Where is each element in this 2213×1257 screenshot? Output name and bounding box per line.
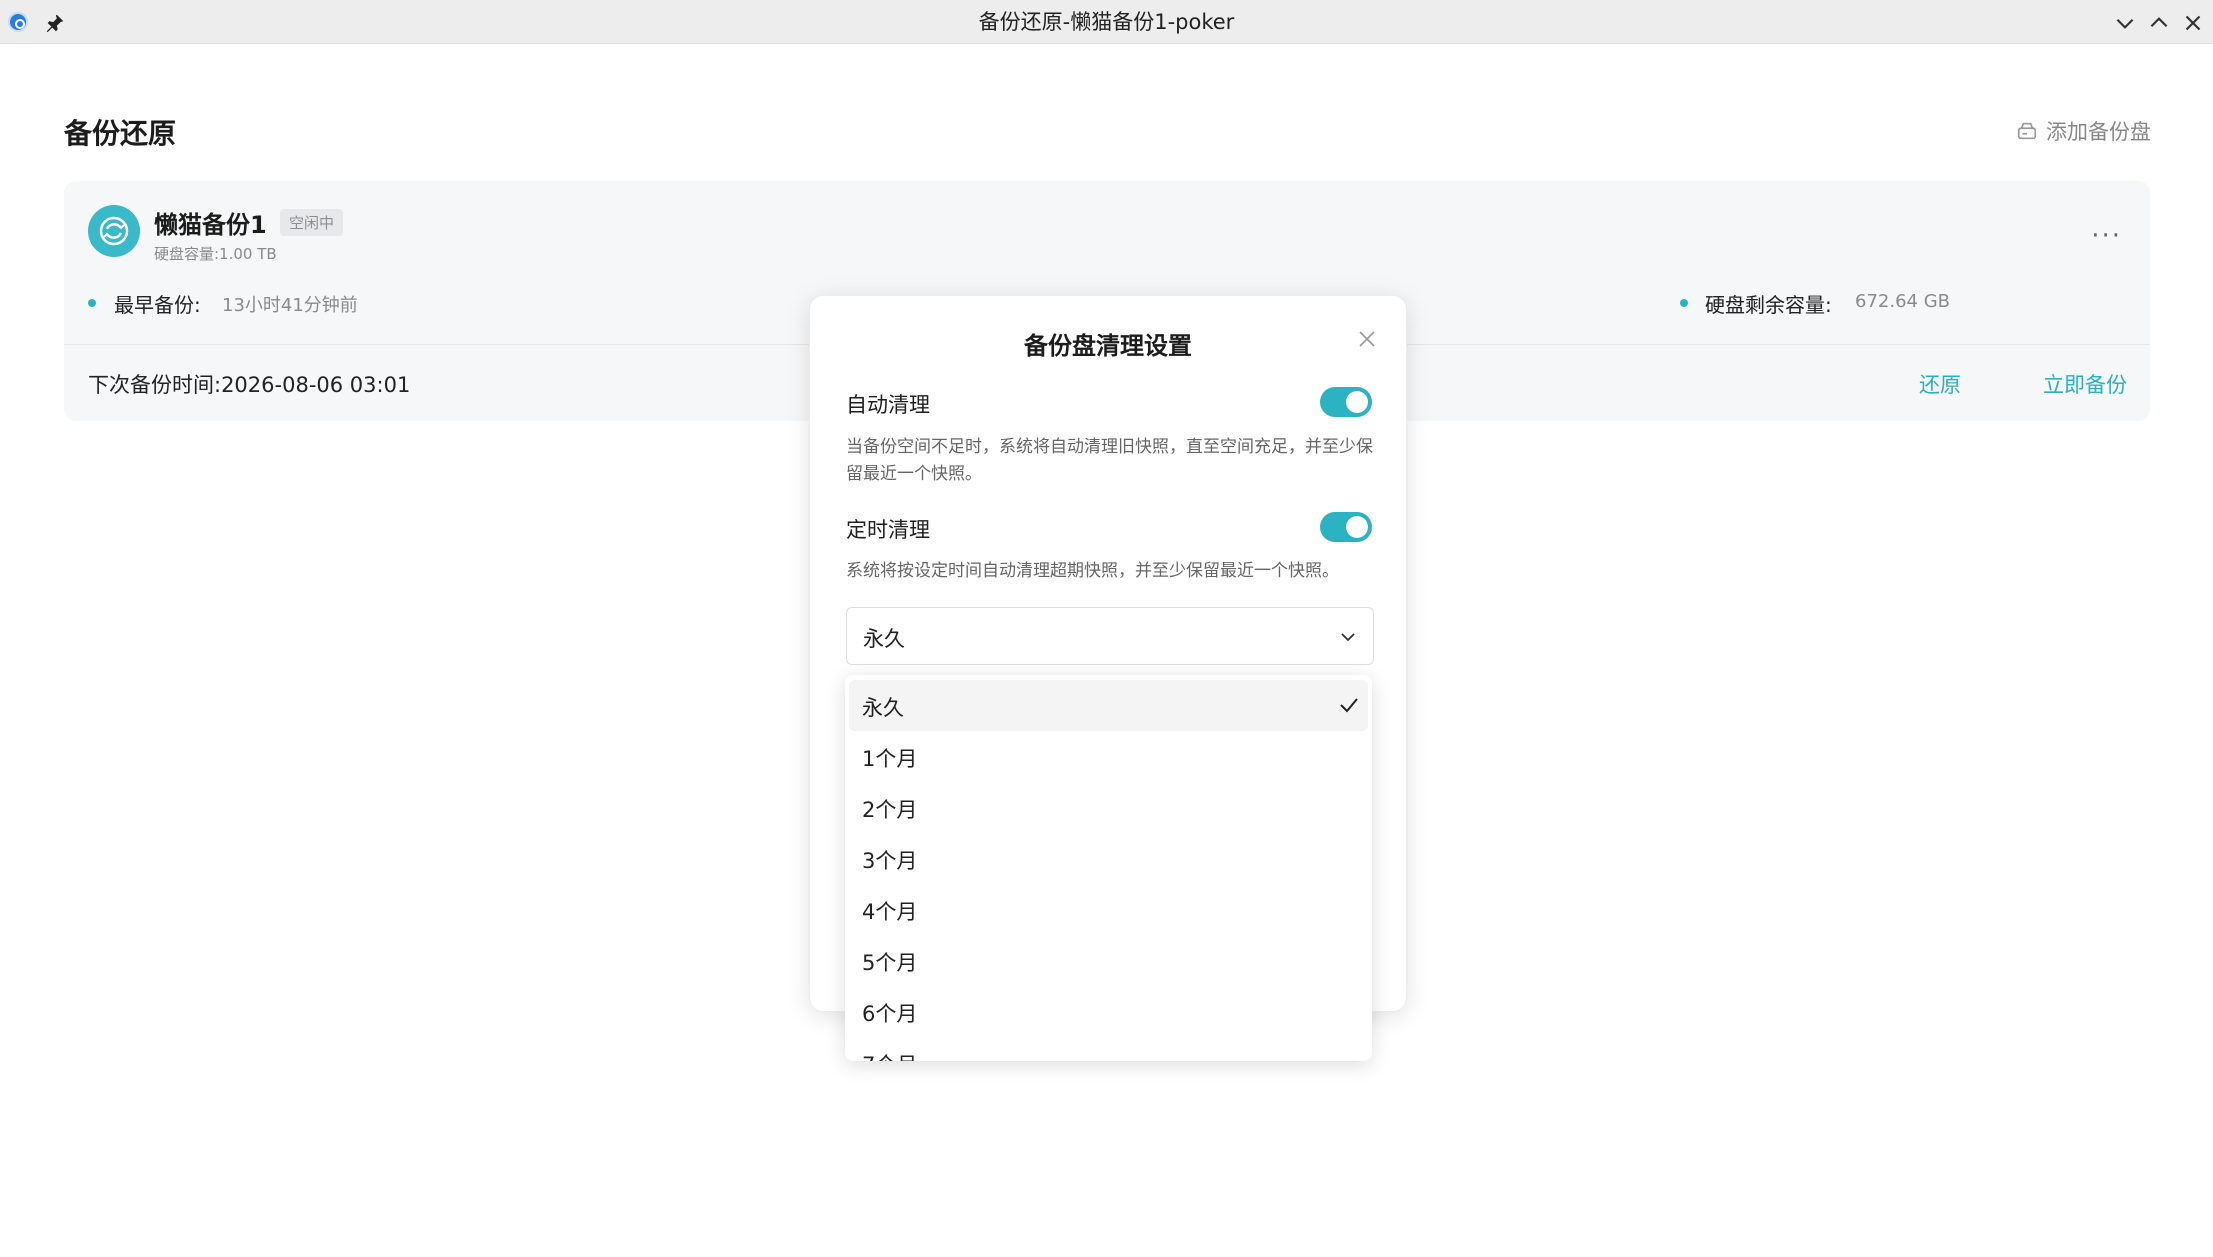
restore-link[interactable]: 还原 (1919, 369, 1961, 399)
scheduled-clean-toggle[interactable] (1320, 512, 1372, 542)
dropdown-option-4-months[interactable]: 4个月 (849, 884, 1368, 935)
add-backup-disk-button[interactable]: 添加备份盘 (2016, 116, 2151, 146)
option-label: 2个月 (862, 798, 918, 822)
retention-dropdown-list: 永久 1个月 2个月 3个月 4个月 5个月 6个月 7个月 (845, 675, 1372, 1061)
scheduled-clean-description: 系统将按设定时间自动清理超期快照，并至少保留最近一个快照。 (846, 561, 1339, 581)
dropdown-option-3-months[interactable]: 3个月 (849, 833, 1368, 884)
option-label: 1个月 (862, 747, 918, 771)
window-titlebar: 备份还原-懒猫备份1-poker (0, 0, 2213, 44)
dropdown-option-6-months[interactable]: 6个月 (849, 986, 1368, 1037)
dropdown-option-1-month[interactable]: 1个月 (849, 731, 1368, 782)
next-backup-time: 下次备份时间:2026-08-06 03:01 (88, 373, 411, 397)
earliest-backup-dot (88, 299, 96, 307)
page-title: 备份还原 (64, 117, 177, 150)
backup-sync-icon (88, 205, 140, 257)
scheduled-clean-label: 定时清理 (846, 518, 930, 542)
remaining-capacity-value: 672.64 GB (1855, 291, 1951, 312)
option-label: 4个月 (862, 900, 918, 924)
option-label: 永久 (862, 696, 904, 720)
option-label: 3个月 (862, 849, 918, 873)
dropdown-option-forever[interactable]: 永久 (849, 680, 1368, 731)
minimize-button[interactable] (2112, 10, 2138, 36)
retention-period-select[interactable]: 永久 (846, 607, 1374, 665)
backup-disk-name: 懒猫备份1 (154, 211, 267, 239)
retention-selected-value: 永久 (863, 627, 905, 651)
option-label: 7个月 (862, 1049, 917, 1061)
auto-clean-description: 当备份空间不足时，系统将自动清理旧快照，直至空间充足，并至少保留最近一个快照。 (846, 437, 1373, 484)
window-title: 备份还原-懒猫备份1-poker (978, 10, 1235, 34)
maximize-button[interactable] (2146, 10, 2172, 36)
auto-clean-toggle[interactable] (1320, 387, 1372, 417)
close-window-button[interactable] (2180, 10, 2206, 36)
dropdown-option-5-months[interactable]: 5个月 (849, 935, 1368, 986)
remaining-capacity-label: 硬盘剩余容量: (1705, 293, 1832, 317)
disk-icon (2017, 122, 2037, 140)
remaining-capacity-dot (1680, 299, 1688, 307)
more-options-icon[interactable]: ··· (2091, 221, 2122, 251)
earliest-backup-value: 13小时41分钟前 (222, 295, 358, 316)
dialog-title: 备份盘清理设置 (1024, 332, 1192, 360)
chevron-down-icon (1341, 633, 1355, 642)
backup-now-link[interactable]: 立即备份 (2043, 369, 2127, 399)
add-backup-disk-label: 添加备份盘 (2046, 120, 2151, 144)
dropdown-option-2-months[interactable]: 2个月 (849, 782, 1368, 833)
dropdown-option-7-months[interactable]: 7个月 (849, 1037, 1368, 1061)
option-label: 5个月 (862, 951, 918, 975)
disk-capacity: 硬盘容量:1.00 TB (154, 245, 277, 263)
auto-clean-label: 自动清理 (846, 393, 930, 417)
earliest-backup-label: 最早备份: (114, 293, 201, 317)
option-label: 6个月 (862, 1002, 918, 1026)
status-badge: 空闲中 (280, 209, 344, 236)
close-icon[interactable] (1358, 330, 1376, 348)
checkmark-icon (1340, 698, 1358, 713)
